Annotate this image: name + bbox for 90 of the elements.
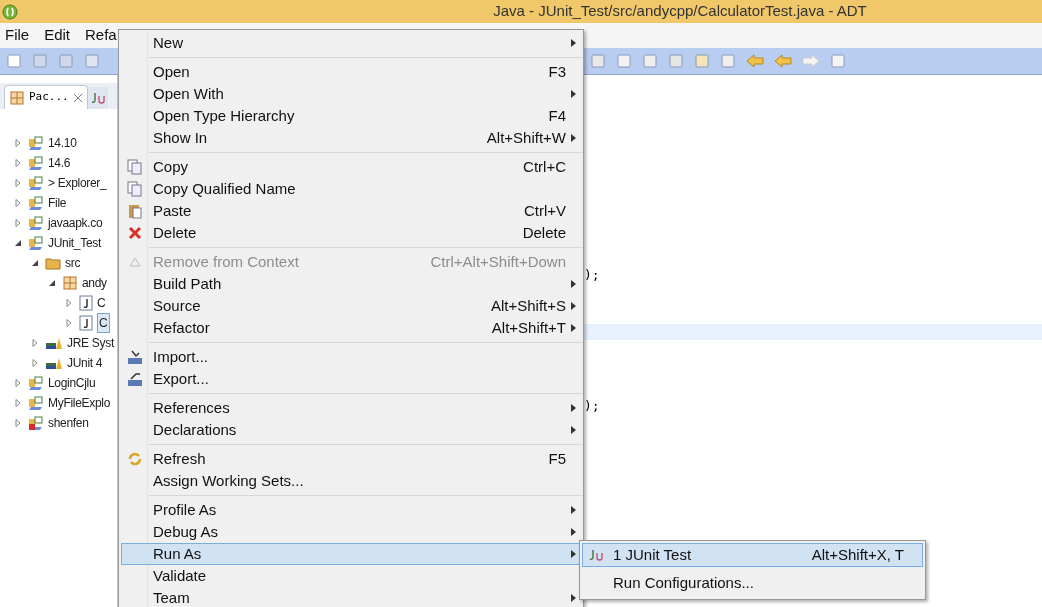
collapse-toggle[interactable]	[14, 239, 24, 247]
tree-item[interactable]: MyFileExplo	[48, 394, 111, 412]
code-line: );	[584, 265, 600, 284]
package-icon	[9, 89, 25, 106]
menu-bar-item[interactable]: File	[5, 24, 30, 47]
menu-item[interactable]: Refresh F5	[121, 448, 581, 470]
folder-icon	[45, 255, 61, 271]
toolbar-icon[interactable]	[668, 53, 684, 69]
project-icon	[28, 235, 44, 251]
package-icon	[62, 275, 78, 291]
forward-arrow-icon[interactable]	[802, 54, 820, 68]
copy-icon	[127, 159, 143, 175]
java-file-icon	[79, 315, 93, 331]
import-icon	[127, 349, 143, 365]
close-icon[interactable]	[72, 92, 83, 103]
project-icon	[28, 135, 44, 151]
menu-item[interactable]: Refactor Alt+Shift+T	[121, 317, 581, 339]
menu-item[interactable]: Open F3	[121, 61, 581, 83]
menu-item[interactable]: Team	[121, 587, 581, 607]
menu-item[interactable]: Source Alt+Shift+S	[121, 295, 581, 317]
project-icon	[28, 395, 44, 411]
menu-item[interactable]: Show In Alt+Shift+W	[121, 127, 581, 149]
toolbar-icon[interactable]	[830, 53, 846, 69]
menu-item[interactable]: References	[121, 397, 581, 419]
export-icon	[127, 371, 143, 387]
project-icon	[28, 175, 44, 191]
menu-item[interactable]: Delete Delete	[121, 222, 581, 244]
menu-item[interactable]: Open With	[121, 83, 581, 105]
project-icon	[28, 415, 44, 431]
project-icon	[28, 375, 44, 391]
project-icon	[28, 155, 44, 171]
code-line: );	[584, 396, 600, 415]
project-icon	[28, 195, 44, 211]
tree-item[interactable]: JRE Syst	[67, 334, 114, 352]
menu-item[interactable]: Validate	[121, 565, 581, 587]
view-tab[interactable]: Pac...	[4, 85, 88, 109]
save-all-icon[interactable]	[58, 53, 74, 69]
menu-item[interactable]: Copy Qualified Name	[121, 178, 581, 200]
project-icon	[28, 215, 44, 231]
menu-bar-item[interactable]: Edit	[44, 24, 71, 47]
window-title: Java - JUnit_Test/src/andycpp/CalculatorTest.java - ADT	[493, 1, 867, 22]
print-icon[interactable]	[84, 53, 100, 69]
tree-item[interactable]: 14.10	[48, 134, 77, 152]
menu-item[interactable]: Copy Ctrl+C	[121, 156, 581, 178]
collapse-toggle[interactable]	[31, 259, 41, 267]
menu-item[interactable]: Run Configurations...	[582, 571, 923, 595]
app-icon	[2, 3, 18, 20]
menu-item[interactable]: Build Path	[121, 273, 581, 295]
back-arrow-icon[interactable]	[774, 54, 792, 68]
junit-icon	[89, 91, 106, 105]
tree-item[interactable]: LoginCjlu	[48, 374, 96, 392]
menu-item[interactable]: Open Type Hierarchy F4	[121, 105, 581, 127]
tree-item[interactable]: JUnit_Test	[48, 234, 102, 252]
toolbar-icon[interactable]	[590, 53, 606, 69]
menu-item[interactable]: Export...	[121, 368, 581, 390]
menu-item[interactable]: Paste Ctrl+V	[121, 200, 581, 222]
tree-item[interactable]: C	[97, 294, 106, 312]
toolbar-icon[interactable]	[616, 53, 632, 69]
toolbar-icon[interactable]	[694, 53, 710, 69]
junit-icon	[588, 548, 604, 562]
back-arrow-icon[interactable]	[746, 54, 764, 68]
tree-item[interactable]: File	[48, 194, 67, 212]
menu-item[interactable]: Declarations	[121, 419, 581, 441]
refresh-icon	[127, 451, 143, 467]
save-icon[interactable]	[32, 53, 48, 69]
tree-item[interactable]: src	[65, 254, 81, 272]
toolbar-icon[interactable]	[642, 53, 658, 69]
delete-icon	[128, 226, 142, 240]
collapse-toggle[interactable]	[48, 279, 58, 287]
new-file-icon[interactable]	[6, 53, 22, 69]
java-file-icon	[79, 295, 93, 311]
tree-item[interactable]: shenfen	[48, 414, 89, 432]
menu-bar-item[interactable]: Refa	[85, 24, 117, 47]
tree-item[interactable]: > Explorer_	[48, 174, 107, 192]
menu-item[interactable]: Assign Working Sets...	[121, 470, 581, 492]
toolbar-icon[interactable]	[720, 53, 736, 69]
tree-item[interactable]: 14.6	[48, 154, 71, 172]
view-tab[interactable]	[87, 87, 108, 109]
tree-item[interactable]: javaapk.co	[48, 214, 103, 232]
menu-item[interactable]: Run As	[121, 543, 581, 565]
copy-icon	[127, 181, 143, 197]
menu-item[interactable]: Import...	[121, 346, 581, 368]
tree-item[interactable]: C	[97, 313, 110, 333]
menu-item[interactable]: New	[121, 32, 581, 54]
tree-item[interactable]: JUnit 4	[67, 354, 103, 372]
clipboard-icon	[127, 203, 143, 219]
menu-item[interactable]: 1 JUnit Test Alt+Shift+X, T	[582, 543, 923, 567]
menu-item[interactable]: Debug As	[121, 521, 581, 543]
tree-item[interactable]: andy	[82, 274, 107, 292]
menu-item[interactable]: Profile As	[121, 499, 581, 521]
